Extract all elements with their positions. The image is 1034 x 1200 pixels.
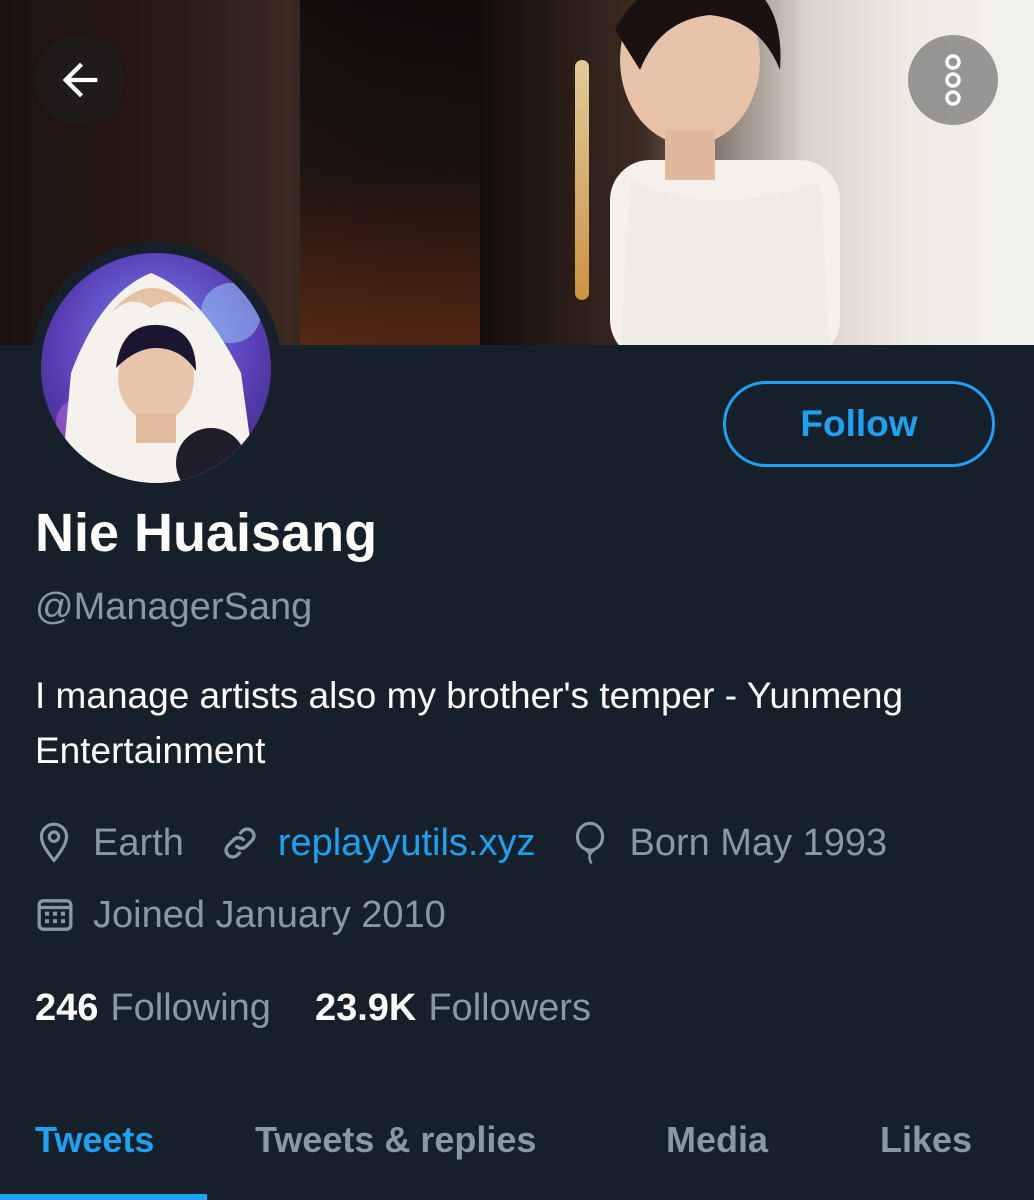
following-label: Following	[110, 987, 271, 1029]
location-text: Earth	[93, 822, 184, 864]
link-icon	[220, 818, 264, 868]
profile-tabs: Tweets Tweets & replies Media Likes	[0, 1100, 1034, 1200]
banner-person-photo	[610, 0, 840, 345]
website-link[interactable]: replayyutils.xyz	[278, 818, 536, 868]
tab-tweets[interactable]: Tweets	[35, 1116, 154, 1164]
following-stat[interactable]: 246 Following	[35, 983, 271, 1033]
display-name: Nie Huaisang	[35, 503, 378, 563]
profile-bio: I manage artists also my brother's tempe…	[35, 675, 904, 771]
balloon-icon	[571, 818, 615, 868]
followers-stat[interactable]: 23.9K Followers	[315, 983, 591, 1033]
follow-stats: 246 Following 23.9K Followers	[35, 983, 635, 1033]
joined-text: Joined January 2010	[93, 894, 446, 936]
tab-tweets-replies[interactable]: Tweets & replies	[255, 1116, 536, 1164]
location-item: Earth	[35, 818, 184, 868]
arrow-left-icon	[62, 62, 98, 98]
birthday-text: Born May 1993	[629, 822, 888, 864]
followers-count: 23.9K	[314, 987, 417, 1029]
active-tab-indicator	[0, 1194, 207, 1200]
avatar-frame[interactable]	[30, 242, 282, 494]
calendar-icon	[35, 890, 79, 940]
profile-meta-row: Joined January 2010	[35, 890, 482, 940]
user-handle: @ManagerSang	[35, 586, 313, 628]
more-options-button[interactable]	[908, 35, 998, 125]
avatar-photo	[41, 253, 271, 483]
birthday-item: Born May 1993	[571, 818, 887, 868]
followers-label: Followers	[428, 987, 591, 1029]
banner-corridor	[300, 0, 480, 345]
follow-button[interactable]: Follow	[723, 381, 995, 467]
website-item[interactable]: replayyutils.xyz	[220, 818, 536, 868]
tab-likes[interactable]: Likes	[880, 1116, 972, 1164]
avatar[interactable]	[41, 253, 271, 483]
more-vertical-icon	[945, 54, 961, 106]
tab-media[interactable]: Media	[666, 1116, 768, 1164]
back-button[interactable]	[35, 35, 125, 125]
joined-item: Joined January 2010	[35, 890, 446, 940]
location-pin-icon	[35, 818, 79, 868]
profile-meta-row: Earth replayyutils.xyz Born May 1993	[35, 818, 923, 868]
following-count: 246	[35, 987, 99, 1029]
